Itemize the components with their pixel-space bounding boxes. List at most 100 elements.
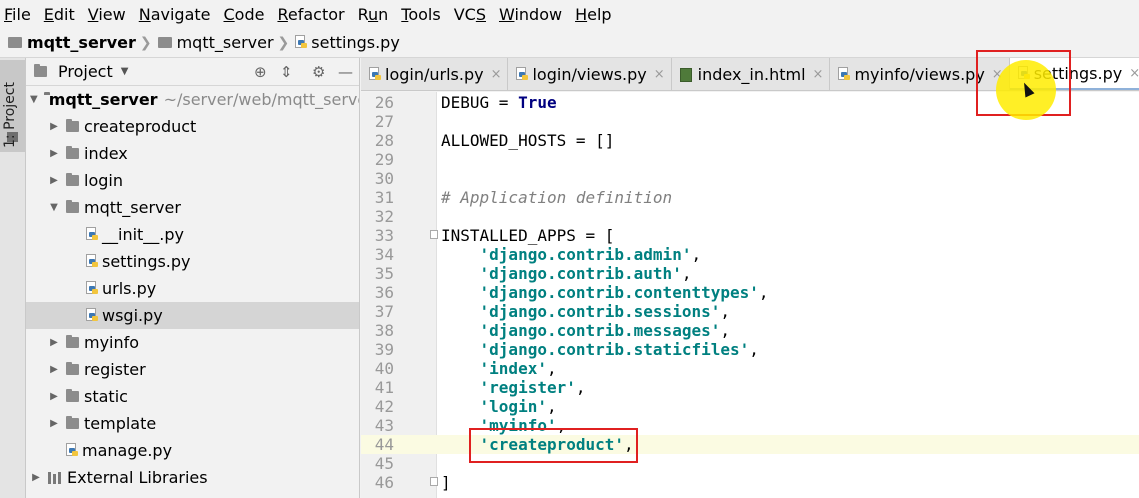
minimize-icon[interactable]: — bbox=[338, 63, 353, 81]
menu-item[interactable]: View bbox=[88, 5, 126, 24]
code-token: , bbox=[758, 283, 769, 302]
tab-index-in-html[interactable]: index_in.html × bbox=[671, 58, 831, 90]
tree-item-index[interactable]: ▶ index bbox=[26, 140, 359, 167]
collapsed-arrow-icon[interactable]: ▶ bbox=[48, 121, 60, 132]
menu-item[interactable]: Run bbox=[358, 5, 389, 24]
tree-item-init-py[interactable]: __init__.py bbox=[26, 221, 359, 248]
tree-item-manage-py[interactable]: manage.py bbox=[26, 437, 359, 464]
tree-root-mqtt-server[interactable]: ▼ mqtt_server ~/server/web/mqtt_server bbox=[26, 86, 359, 113]
menu-item[interactable]: Refactor bbox=[277, 5, 344, 24]
line-number: 38 bbox=[374, 321, 394, 340]
tree-item-label: settings.py bbox=[102, 252, 191, 271]
tree-item-label: createproduct bbox=[84, 117, 197, 136]
fold-marker-icon[interactable] bbox=[430, 230, 438, 239]
project-tool-tab[interactable]: 1: Project bbox=[0, 60, 25, 152]
tree-item-label: manage.py bbox=[82, 441, 173, 460]
menu-item[interactable]: Tools bbox=[401, 5, 440, 24]
code-token: 'django.contrib.contenttypes' bbox=[479, 283, 759, 302]
collapse-all-icon[interactable]: ⇕ bbox=[280, 63, 293, 81]
tree-item-createproduct[interactable]: ▶ createproduct bbox=[26, 113, 359, 140]
tree-item-label: register bbox=[84, 360, 146, 379]
code-token: , bbox=[546, 397, 557, 416]
collapsed-arrow-icon[interactable]: ▶ bbox=[30, 472, 42, 483]
expanded-arrow-icon[interactable]: ▼ bbox=[30, 94, 38, 105]
code-line[interactable]: 39 'django.contrib.staticfiles', bbox=[361, 340, 1139, 359]
folder-icon bbox=[66, 335, 79, 348]
dropdown-caret-icon[interactable]: ▼ bbox=[121, 66, 129, 77]
line-number: 34 bbox=[374, 245, 394, 264]
menu-item[interactable]: Help bbox=[575, 5, 611, 24]
menu-item[interactable]: Edit bbox=[44, 5, 75, 24]
code-text: ] bbox=[441, 473, 451, 492]
collapsed-arrow-icon[interactable]: ▶ bbox=[48, 418, 60, 429]
code-line[interactable]: 28 ALLOWED_HOSTS = [] bbox=[361, 131, 1139, 150]
tree-item-external-libraries[interactable]: ▶ External Libraries bbox=[26, 464, 359, 491]
breadcrumb-folder[interactable]: mqtt_server bbox=[177, 33, 274, 52]
code-line[interactable]: 29 bbox=[361, 150, 1139, 169]
line-number: 36 bbox=[374, 283, 394, 302]
expanded-arrow-icon[interactable]: ▼ bbox=[48, 202, 60, 213]
breadcrumb-root[interactable]: mqtt_server bbox=[27, 33, 136, 52]
close-icon[interactable]: × bbox=[491, 67, 502, 82]
line-number: 26 bbox=[374, 93, 394, 112]
code-line[interactable]: 35 'django.contrib.auth', bbox=[361, 264, 1139, 283]
menu-item[interactable]: Window bbox=[499, 5, 562, 24]
code-line[interactable]: 46] bbox=[361, 473, 1139, 492]
code-text: INSTALLED_APPS = [ bbox=[441, 226, 614, 245]
code-line[interactable]: 34 'django.contrib.admin', bbox=[361, 245, 1139, 264]
project-panel-title[interactable]: Project bbox=[58, 62, 113, 81]
tab-login-urls[interactable]: login/urls.py × bbox=[361, 58, 509, 90]
tree-item-register[interactable]: ▶ register bbox=[26, 356, 359, 383]
python-file-icon bbox=[369, 67, 381, 82]
breadcrumb-file[interactable]: settings.py bbox=[311, 33, 400, 52]
tab-login-views[interactable]: login/views.py × bbox=[508, 58, 672, 90]
code-line[interactable]: 33 INSTALLED_APPS = [ bbox=[361, 226, 1139, 245]
line-number: 42 bbox=[374, 397, 394, 416]
code-line[interactable]: 41 'register', bbox=[361, 378, 1139, 397]
tree-item-login[interactable]: ▶ login bbox=[26, 167, 359, 194]
code-line[interactable]: 38 'django.contrib.messages', bbox=[361, 321, 1139, 340]
locate-icon[interactable]: ⊕ bbox=[254, 63, 267, 81]
collapsed-arrow-icon[interactable]: ▶ bbox=[48, 391, 60, 402]
close-icon[interactable]: × bbox=[813, 67, 824, 82]
code-text: 'django.contrib.staticfiles', bbox=[441, 340, 759, 359]
code-line[interactable]: 31 # Application definition bbox=[361, 188, 1139, 207]
breadcrumb: mqtt_server ❯ mqtt_server ❯ settings.py bbox=[0, 28, 1139, 58]
tree-item-settings-py[interactable]: settings.py bbox=[26, 248, 359, 275]
tab-label: login/urls.py bbox=[385, 65, 484, 84]
code-line[interactable]: 30 bbox=[361, 169, 1139, 188]
tree-item-wsgi-py[interactable]: wsgi.py bbox=[26, 302, 359, 329]
tree-item-label: login bbox=[84, 171, 123, 190]
tree-item-urls-py[interactable]: urls.py bbox=[26, 275, 359, 302]
menu-item[interactable]: File bbox=[4, 5, 31, 24]
tree-item-myinfo[interactable]: ▶ myinfo bbox=[26, 329, 359, 356]
code-token: , bbox=[749, 340, 759, 359]
collapsed-arrow-icon[interactable]: ▶ bbox=[48, 175, 60, 186]
tree-item-template[interactable]: ▶ template bbox=[26, 410, 359, 437]
tree-item-label: static bbox=[84, 387, 128, 406]
collapsed-arrow-icon[interactable]: ▶ bbox=[48, 364, 60, 375]
close-icon[interactable]: × bbox=[1129, 66, 1139, 81]
code-line[interactable]: 40 'index', bbox=[361, 359, 1139, 378]
code-line[interactable]: 36 'django.contrib.contenttypes', bbox=[361, 283, 1139, 302]
menu-item[interactable]: VCS bbox=[454, 5, 486, 24]
gear-icon[interactable]: ⚙ bbox=[312, 63, 325, 81]
code-token: 'django.contrib.messages' bbox=[479, 321, 721, 340]
collapsed-arrow-icon[interactable]: ▶ bbox=[48, 337, 60, 348]
code-line[interactable]: 32 bbox=[361, 207, 1139, 226]
line-number: 44 bbox=[374, 435, 394, 454]
code-line[interactable]: 42 'login', bbox=[361, 397, 1139, 416]
code-token: True bbox=[518, 93, 557, 112]
code-text: 'django.contrib.admin', bbox=[441, 245, 702, 264]
menu-item[interactable]: Code bbox=[224, 5, 265, 24]
menu-item[interactable]: Navigate bbox=[139, 5, 211, 24]
tree-item-mqtt-server[interactable]: ▼ mqtt_server bbox=[26, 194, 359, 221]
tree-item-static[interactable]: ▶ static bbox=[26, 383, 359, 410]
tree-root-label: mqtt_server bbox=[48, 90, 158, 109]
collapsed-arrow-icon[interactable]: ▶ bbox=[48, 148, 60, 159]
code-line[interactable]: 37 'django.contrib.sessions', bbox=[361, 302, 1139, 321]
close-icon[interactable]: × bbox=[654, 67, 665, 82]
fold-marker-icon[interactable] bbox=[430, 477, 438, 486]
